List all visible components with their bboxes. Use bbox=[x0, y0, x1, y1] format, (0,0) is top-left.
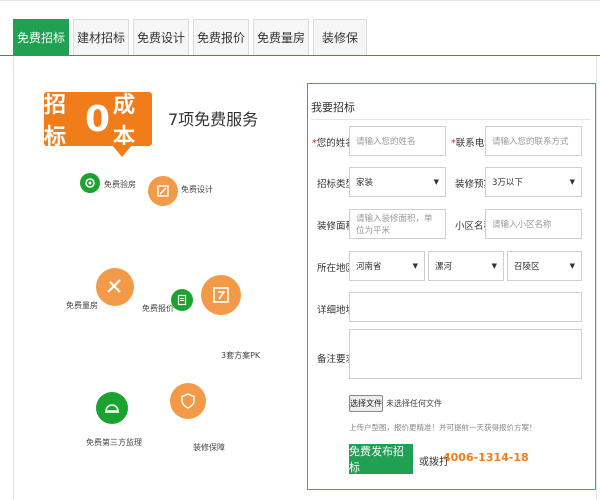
name-field[interactable]: 请输入您的姓名 bbox=[349, 126, 446, 156]
tab-bar: 免费招标 建材招标 免费设计 免费报价 免费量房 装修保 bbox=[0, 0, 600, 56]
chevron-down-icon: ▼ bbox=[491, 262, 497, 270]
chevron-down-icon: ▼ bbox=[412, 262, 418, 270]
tab-free-bidding[interactable]: 免费招标 bbox=[13, 19, 69, 55]
tab-free-quote[interactable]: 免费报价 bbox=[193, 19, 249, 55]
eye-icon bbox=[80, 173, 100, 193]
submit-bidding-button[interactable]: 免费发布招标 bbox=[349, 444, 413, 474]
badge-zero: 0 bbox=[84, 98, 112, 140]
zero-cost-badge: 招标 0 成本 bbox=[44, 92, 152, 150]
badge-text-post: 成本 bbox=[113, 93, 137, 150]
service-label-measure: 免费量房 bbox=[66, 301, 98, 310]
phone-field[interactable]: 请输入您的联系方式 bbox=[485, 126, 582, 156]
form-divider bbox=[311, 119, 591, 120]
ruler-icon bbox=[96, 268, 134, 306]
helmet-icon bbox=[96, 392, 128, 424]
address-field[interactable] bbox=[349, 292, 582, 322]
plan-icon bbox=[201, 275, 241, 315]
type-select[interactable]: 家装 ▼ bbox=[349, 167, 446, 197]
shield-icon bbox=[170, 383, 206, 419]
chevron-down-icon: ▼ bbox=[433, 178, 439, 186]
chevron-down-icon: ▼ bbox=[569, 262, 575, 270]
service-label-plan-pk: 3套方案PK bbox=[221, 351, 261, 360]
badge-text-pre: 招标 bbox=[44, 93, 68, 150]
choose-file-button[interactable]: 选择文件 bbox=[349, 395, 383, 412]
pencil-icon bbox=[148, 176, 178, 206]
community-field[interactable]: 请输入小区名称 bbox=[485, 209, 582, 239]
service-label-quote: 免费报价 bbox=[142, 304, 174, 313]
hotline-number[interactable]: 4006-1314-18 bbox=[443, 451, 529, 464]
promo-subtitle: 7项免费服务 bbox=[168, 110, 259, 129]
form-title: 我要招标 bbox=[311, 101, 355, 114]
badge-tail bbox=[112, 145, 132, 157]
area-field[interactable]: 请输入装修面积，单位为平米 bbox=[349, 209, 446, 239]
document-icon bbox=[171, 289, 193, 311]
service-label-supervision: 免费第三方监理 bbox=[86, 438, 142, 447]
budget-select[interactable]: 3万以下 ▼ bbox=[485, 167, 582, 197]
district-select[interactable]: 召陵区 ▼ bbox=[507, 251, 582, 281]
service-label-inspect: 免费验房 bbox=[104, 180, 136, 189]
service-label-design: 免费设计 bbox=[181, 185, 213, 194]
service-label-guarantee: 装修保障 bbox=[193, 443, 225, 452]
tab-decoration-guarantee[interactable]: 装修保 bbox=[313, 19, 367, 55]
chevron-down-icon: ▼ bbox=[569, 178, 575, 186]
province-select[interactable]: 河南省 ▼ bbox=[349, 251, 425, 281]
city-select[interactable]: 漯河 ▼ bbox=[428, 251, 504, 281]
tab-material-bidding[interactable]: 建材招标 bbox=[73, 19, 129, 55]
remark-textarea[interactable] bbox=[349, 329, 582, 379]
tab-free-design[interactable]: 免费设计 bbox=[133, 19, 189, 55]
file-status: 未选择任何文件 bbox=[386, 399, 442, 408]
upload-hint: 上传户型图，报价更精准！并可提前一天获得报价方案！ bbox=[349, 423, 537, 432]
tab-free-measure[interactable]: 免费量房 bbox=[253, 19, 309, 55]
